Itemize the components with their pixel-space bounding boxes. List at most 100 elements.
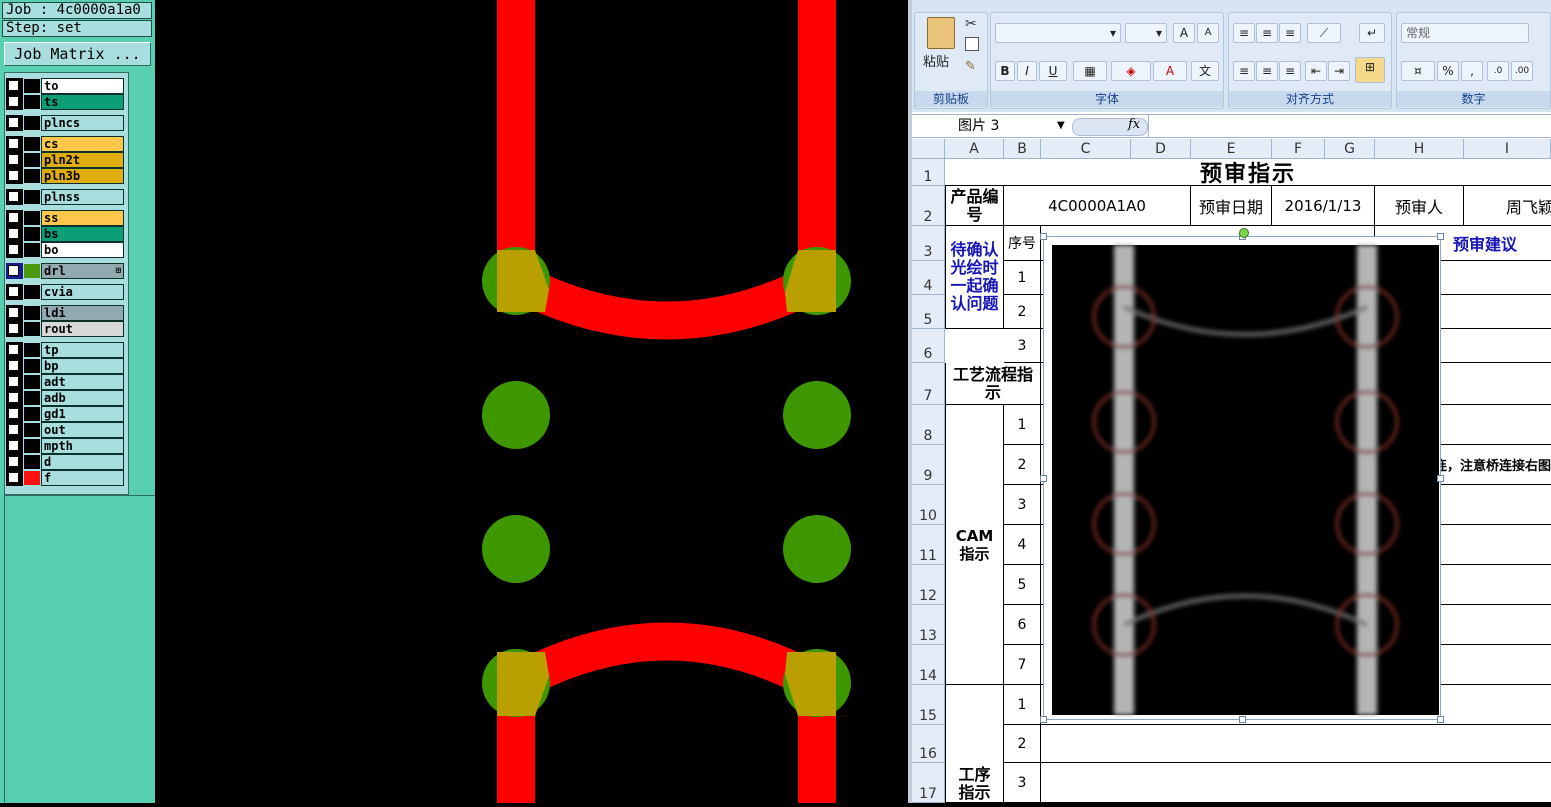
format-painter-icon[interactable]: ✎ — [965, 59, 976, 74]
bold-icon[interactable]: B — [995, 61, 1015, 81]
row-header[interactable]: 3 — [912, 226, 945, 261]
layer-name[interactable]: bs — [41, 226, 124, 242]
decrease-indent-icon[interactable]: ⇤ — [1305, 61, 1327, 81]
row-header[interactable]: 2 — [912, 186, 945, 226]
formula-input[interactable] — [1148, 115, 1551, 137]
layer-name[interactable]: f — [41, 470, 124, 486]
row-header[interactable]: 16 — [912, 725, 945, 763]
resize-handle[interactable] — [1239, 716, 1246, 723]
align-top-icon[interactable]: ≡ — [1233, 23, 1255, 43]
layer-name[interactable]: d — [41, 454, 124, 470]
layer-name[interactable]: bo — [41, 242, 124, 258]
seq-cell[interactable]: 5 — [1004, 565, 1041, 605]
grow-font-icon[interactable]: A — [1173, 23, 1195, 43]
fx-icon[interactable]: fx — [1128, 117, 1140, 132]
layer-name[interactable]: cvia — [41, 284, 124, 300]
number-format-select[interactable]: 常规 — [1401, 23, 1529, 43]
layer-name[interactable]: rout — [41, 321, 124, 337]
layer-checkbox[interactable] — [8, 96, 19, 107]
rotate-handle[interactable] — [1239, 228, 1249, 238]
comma-icon[interactable]: , — [1461, 61, 1483, 81]
fill-color-icon[interactable]: ◈ — [1111, 61, 1151, 81]
layer-row-cvia[interactable]: cvia — [6, 284, 124, 300]
review-date-label[interactable]: 预审日期 — [1191, 186, 1272, 226]
layer-row-adt[interactable]: adt — [6, 374, 124, 390]
underline-icon[interactable]: U — [1039, 61, 1067, 81]
percent-icon[interactable]: % — [1437, 61, 1459, 81]
layer-checkbox[interactable] — [8, 212, 19, 223]
column-header[interactable]: B — [1004, 139, 1041, 159]
row-header[interactable]: 13 — [912, 605, 945, 645]
align-right-icon[interactable]: ≡ — [1279, 61, 1301, 81]
seq-cell[interactable]: 1 — [1004, 685, 1041, 725]
row-header[interactable]: 15 — [912, 685, 945, 725]
layer-name[interactable]: plnss — [41, 189, 124, 205]
layer-row-plncs[interactable]: plncs — [6, 115, 124, 131]
layer-name[interactable]: pln3b — [41, 168, 124, 184]
pcb-canvas[interactable] — [155, 0, 908, 803]
layer-checkbox[interactable] — [8, 154, 19, 165]
layer-name[interactable]: plncs — [41, 115, 124, 131]
row-header[interactable]: 14 — [912, 645, 945, 685]
layer-name[interactable]: ts — [41, 94, 124, 110]
shrink-font-icon[interactable]: A — [1197, 23, 1219, 43]
row-header[interactable]: 11 — [912, 525, 945, 565]
layer-row-f[interactable]: f — [6, 470, 124, 486]
align-bottom-icon[interactable]: ≡ — [1279, 23, 1301, 43]
layer-name[interactable]: cs — [41, 136, 124, 152]
merge-center-icon[interactable]: ⊞ — [1355, 57, 1385, 83]
layer-row-plnss[interactable]: plnss — [6, 189, 124, 205]
layer-row-bp[interactable]: bp — [6, 358, 124, 374]
procedure-label[interactable]: 工序指示 — [945, 685, 1004, 803]
resize-handle[interactable] — [1040, 233, 1047, 240]
layer-checkbox[interactable] — [8, 344, 19, 355]
seq-cell[interactable]: 3 — [1004, 763, 1041, 803]
layer-name[interactable]: ss — [41, 210, 124, 226]
cell[interactable] — [1041, 725, 1551, 763]
seq-cell[interactable]: 1 — [1004, 405, 1041, 445]
column-header[interactable]: A — [945, 139, 1004, 159]
layer-checkbox[interactable] — [8, 323, 19, 334]
layer-checkbox[interactable] — [8, 376, 19, 387]
wrap-text-icon[interactable]: ↵ — [1359, 23, 1385, 43]
phonetic-icon[interactable]: 文 — [1191, 61, 1219, 81]
align-center-icon[interactable]: ≡ — [1256, 61, 1278, 81]
row-header[interactable]: 12 — [912, 565, 945, 605]
row-header[interactable]: 8 — [912, 405, 945, 445]
seq-cell[interactable]: 2 — [1004, 725, 1041, 763]
layer-menu-icon[interactable]: ⊞ — [116, 264, 121, 278]
currency-icon[interactable]: ¤ — [1401, 61, 1435, 81]
layer-row-ts[interactable]: ts — [6, 94, 124, 110]
reviewer-value[interactable]: 周飞颖 — [1464, 186, 1551, 226]
layer-checkbox[interactable] — [8, 472, 19, 483]
seq-cell[interactable]: 3 — [1004, 329, 1041, 363]
paste-button[interactable]: 粘贴 — [923, 51, 949, 70]
layer-row-pln2t[interactable]: pln2t — [6, 152, 124, 168]
resize-handle[interactable] — [1437, 475, 1444, 482]
layer-checkbox[interactable] — [8, 265, 19, 276]
row-header[interactable]: 5 — [912, 295, 945, 329]
seq-cell[interactable]: 1 — [1004, 261, 1041, 295]
row-header[interactable]: 6 — [912, 329, 945, 363]
review-date-value[interactable]: 2016/1/13 — [1272, 186, 1375, 226]
paste-icon[interactable] — [927, 17, 955, 49]
layer-checkbox[interactable] — [8, 80, 19, 91]
reviewer-label[interactable]: 预审人 — [1375, 186, 1464, 226]
job-matrix-button[interactable]: Job Matrix ... — [4, 42, 151, 66]
layer-checkbox[interactable] — [8, 307, 19, 318]
sheet-title[interactable]: 预审指示 — [945, 159, 1551, 186]
layer-checkbox[interactable] — [8, 392, 19, 403]
row-header[interactable]: 9 — [912, 445, 945, 485]
orientation-icon[interactable]: ⟋ — [1307, 23, 1341, 43]
layer-checkbox[interactable] — [8, 170, 19, 181]
layer-checkbox[interactable] — [8, 228, 19, 239]
product-no-label[interactable]: 产品编号 — [945, 186, 1004, 226]
italic-icon[interactable]: I — [1017, 61, 1037, 81]
increase-indent-icon[interactable]: ⇥ — [1328, 61, 1350, 81]
seq-cell[interactable]: 6 — [1004, 605, 1041, 645]
layer-name[interactable]: pln2t — [41, 152, 124, 168]
layer-checkbox[interactable] — [8, 138, 19, 149]
layer-name[interactable]: tp — [41, 342, 124, 358]
cam-label[interactable]: CAM指示 — [945, 405, 1004, 685]
layer-checkbox[interactable] — [8, 286, 19, 297]
